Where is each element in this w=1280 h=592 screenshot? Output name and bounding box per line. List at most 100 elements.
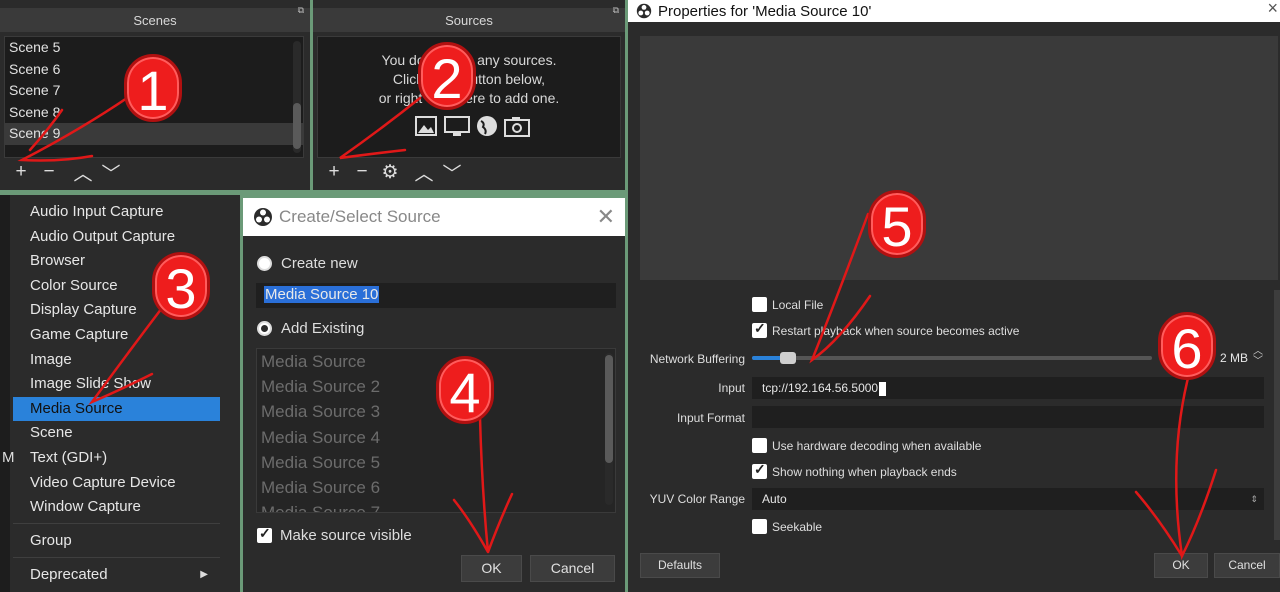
- source-type-icons: [414, 115, 530, 137]
- existing-source-item[interactable]: Media Source 4: [257, 425, 615, 450]
- add-existing-radio[interactable]: [257, 321, 272, 336]
- input-format-field[interactable]: [752, 406, 1264, 428]
- float-dock-icon[interactable]: ⧉: [613, 5, 619, 16]
- yuv-color-range-value: Auto: [762, 492, 787, 506]
- menu-item-deprecated[interactable]: Deprecated ▶: [13, 563, 220, 587]
- remove-icon[interactable]: −: [38, 161, 60, 183]
- properties-titlebar: Properties for 'Media Source 10' ×: [628, 0, 1280, 22]
- sources-toolbar: + − ⚙ ︿ ﹀: [323, 159, 463, 186]
- add-icon[interactable]: +: [323, 161, 345, 183]
- restart-playback-checkbox[interactable]: [752, 320, 767, 338]
- add-icon[interactable]: +: [10, 161, 32, 183]
- source-preview: [640, 36, 1278, 280]
- menu-separator: [13, 523, 220, 524]
- make-visible-checkbox[interactable]: [257, 525, 272, 543]
- move-down-icon[interactable]: ﹀: [441, 159, 463, 186]
- menu-item-group[interactable]: Group: [13, 529, 220, 553]
- scenes-dock-title: Scenes: [0, 8, 310, 32]
- globe-icon: [477, 116, 497, 136]
- annotation-marker-6: 6: [1158, 312, 1216, 380]
- show-nothing-label[interactable]: Show nothing when playback ends: [772, 465, 957, 479]
- annotation-marker-3: 3: [152, 252, 210, 320]
- seekable-checkbox[interactable]: [752, 519, 767, 534]
- menu-item-audio-input-capture[interactable]: Audio Input Capture: [13, 200, 220, 224]
- local-file-label[interactable]: Local File: [772, 298, 823, 312]
- scrollbar-thumb[interactable]: [293, 103, 301, 149]
- menu-item-game-capture[interactable]: Game Capture: [13, 323, 220, 347]
- sources-dock-title: Sources: [313, 8, 625, 32]
- scenes-toolbar: + − ︿ ﹀: [10, 159, 122, 186]
- ok-button[interactable]: OK: [1154, 553, 1208, 578]
- source-name-input[interactable]: Media Source 10: [256, 283, 616, 308]
- existing-source-item[interactable]: Media Source 7: [257, 500, 615, 512]
- move-up-icon[interactable]: ︿: [72, 159, 94, 186]
- annotation-marker-4: 4: [436, 356, 494, 424]
- annotation-marker-1: 1: [124, 54, 182, 122]
- monitor-icon: [444, 116, 470, 136]
- menu-item-scene[interactable]: Scene: [13, 421, 220, 445]
- menu-separator: [13, 557, 220, 558]
- input-field-value: tcp://192.164.56.5000: [762, 381, 879, 395]
- menu-item-media-source[interactable]: Media Source: [13, 396, 220, 421]
- cancel-button[interactable]: Cancel: [1214, 553, 1280, 578]
- scenes-scrollbar[interactable]: [293, 41, 301, 153]
- ok-button[interactable]: OK: [461, 555, 522, 582]
- dialog-titlebar: Create/Select Source ✕: [243, 198, 625, 236]
- create-select-source-dialog: Create/Select Source ✕ Create new Media …: [243, 198, 625, 592]
- remove-icon[interactable]: −: [351, 161, 373, 183]
- close-icon[interactable]: ✕: [597, 204, 615, 230]
- annotation-marker-5: 5: [868, 190, 926, 258]
- image-icon: [415, 116, 437, 136]
- obs-logo-icon: [254, 208, 272, 226]
- gear-icon[interactable]: ⚙: [379, 161, 401, 184]
- scene-item-9[interactable]: Scene 9: [5, 123, 303, 145]
- restart-playback-label[interactable]: Restart playback when source becomes act…: [772, 324, 1019, 338]
- move-up-icon[interactable]: ︿: [413, 159, 435, 186]
- cancel-button[interactable]: Cancel: [530, 555, 615, 582]
- add-existing-label[interactable]: Add Existing: [281, 320, 364, 337]
- annotation-marker-2: 2: [418, 42, 476, 110]
- yuv-color-range-select[interactable]: Auto ⇕: [752, 488, 1264, 510]
- input-format-label: Input Format: [676, 411, 745, 425]
- float-dock-icon[interactable]: ⧉: [298, 5, 304, 16]
- existing-source-item[interactable]: Media Source 3: [257, 399, 615, 424]
- existing-source-item[interactable]: Media Source 6: [257, 475, 615, 500]
- show-nothing-checkbox[interactable]: [752, 461, 767, 479]
- input-label: Input: [718, 381, 745, 395]
- hardware-decoding-checkbox[interactable]: [752, 438, 767, 453]
- create-new-radio[interactable]: [257, 256, 272, 271]
- menu-item-image[interactable]: Image: [13, 348, 220, 372]
- menu-backdrop: [0, 195, 10, 592]
- hardware-decoding-label[interactable]: Use hardware decoding when available: [772, 439, 981, 453]
- network-buffering-slider[interactable]: [752, 352, 1152, 364]
- menu-item-image-slide-show[interactable]: Image Slide Show: [13, 372, 220, 396]
- menu-item-text-gdi[interactable]: Text (GDI+): [13, 446, 220, 470]
- dialog-title: Create/Select Source: [279, 207, 441, 226]
- existing-list-scrollbar[interactable]: [605, 353, 613, 505]
- local-file-checkbox[interactable]: [752, 297, 767, 312]
- submenu-arrow-icon: ▶: [200, 569, 208, 580]
- properties-window: Properties for 'Media Source 10' × Local…: [628, 0, 1280, 592]
- create-new-label[interactable]: Create new: [281, 255, 358, 272]
- spinner-arrows-icon[interactable]: ︿ ﹀: [1251, 347, 1265, 369]
- properties-scrollbar[interactable]: [1274, 290, 1280, 540]
- slider-handle[interactable]: [780, 352, 796, 364]
- menu-item-audio-output-capture[interactable]: Audio Output Capture: [13, 225, 220, 249]
- camera-icon: [504, 117, 530, 137]
- network-buffering-label: Network Buffering: [649, 352, 745, 366]
- existing-sources-list[interactable]: Media Source Media Source 2 Media Source…: [256, 348, 616, 513]
- menu-item-video-capture-device[interactable]: Video Capture Device: [13, 471, 220, 495]
- obs-logo-icon: [636, 3, 652, 19]
- existing-source-item[interactable]: Media Source 5: [257, 450, 615, 475]
- seekable-label[interactable]: Seekable: [772, 520, 822, 534]
- source-name-value: Media Source 10: [264, 286, 380, 303]
- close-icon[interactable]: ×: [1267, 0, 1278, 19]
- make-visible-label[interactable]: Make source visible: [280, 527, 412, 544]
- defaults-button[interactable]: Defaults: [640, 553, 720, 578]
- existing-source-item[interactable]: Media Source: [257, 349, 615, 374]
- scrollbar-thumb[interactable]: [605, 355, 613, 463]
- menu-item-deprecated-label: Deprecated: [30, 566, 108, 583]
- menu-item-window-capture[interactable]: Window Capture: [13, 495, 220, 519]
- move-down-icon[interactable]: ﹀: [100, 159, 122, 186]
- properties-title: Properties for 'Media Source 10': [658, 2, 872, 20]
